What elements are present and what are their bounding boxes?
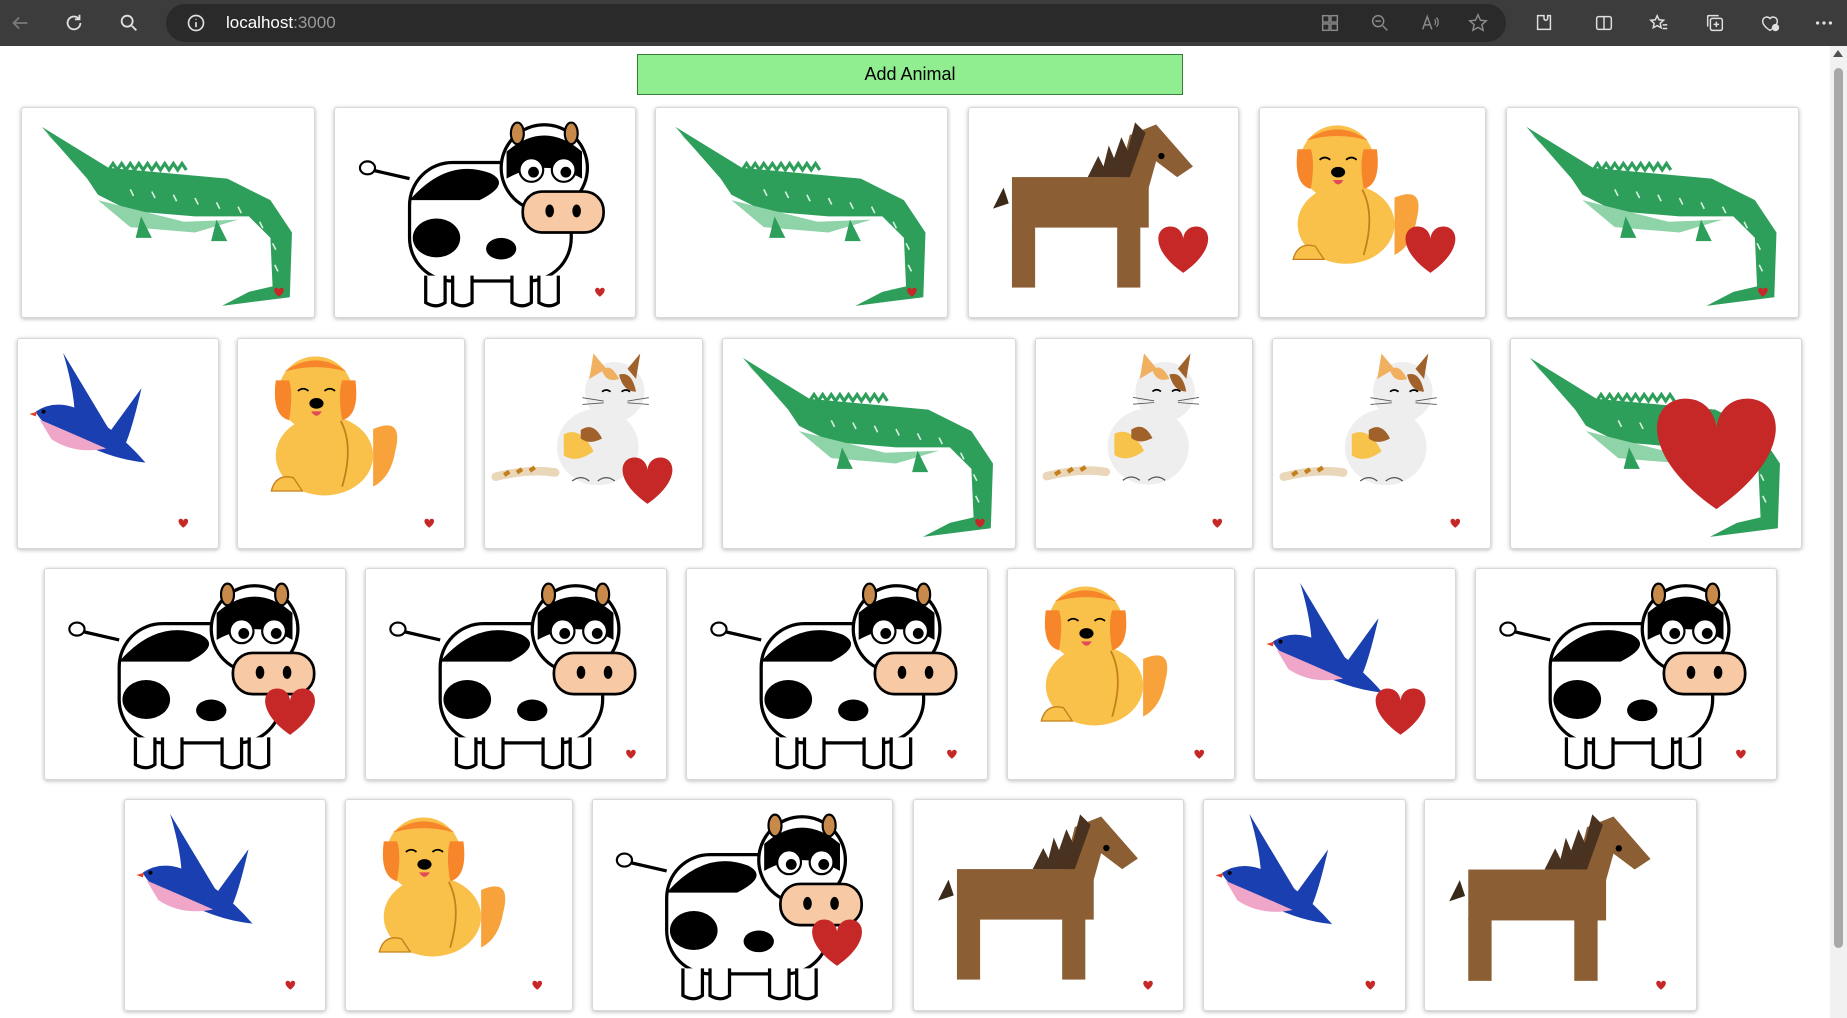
heart-icon[interactable] [532, 980, 543, 990]
cow-illustration [710, 582, 958, 770]
cow-illustration [68, 582, 316, 770]
scrollbar-thumb[interactable] [1834, 68, 1843, 948]
animal-card-crocodile[interactable] [1510, 338, 1802, 549]
heart-icon[interactable] [622, 457, 673, 504]
heart-icon[interactable] [424, 518, 435, 528]
animal-card-crocodile[interactable] [21, 107, 315, 318]
animal-card-dog[interactable] [237, 338, 465, 549]
more-menu-icon[interactable] [1810, 9, 1838, 37]
app-grid-icon[interactable] [1316, 9, 1344, 37]
heart-icon[interactable] [285, 980, 296, 990]
animal-card-cow[interactable] [686, 568, 988, 780]
animal-card-cow[interactable] [592, 799, 893, 1011]
heart-icon[interactable] [1450, 518, 1461, 528]
dog-illustration [1292, 125, 1456, 273]
heart-icon[interactable] [1212, 518, 1223, 528]
animal-card-crocodile[interactable] [655, 107, 948, 318]
animal-card-dog[interactable] [1259, 107, 1486, 318]
heart-icon[interactable] [1375, 688, 1426, 735]
extensions-icon[interactable] [1530, 9, 1558, 37]
favorites-icon[interactable] [1645, 9, 1673, 37]
dog-illustration [378, 817, 543, 990]
browser-toolbar: localhost:3000 [0, 0, 1847, 46]
animal-card-dog[interactable] [345, 799, 573, 1011]
read-aloud-icon[interactable] [1416, 9, 1444, 37]
cow-illustration [1499, 582, 1747, 770]
cow-illustration [358, 121, 605, 308]
heart-icon[interactable] [626, 749, 636, 759]
favorite-star-icon[interactable] [1464, 9, 1492, 37]
url-text: localhost:3000 [226, 13, 336, 33]
cow-illustration [615, 813, 864, 1001]
crocodile-illustration [41, 126, 292, 306]
bird-illustration [1266, 582, 1426, 735]
crocodile-illustration [1526, 126, 1777, 306]
heart-icon[interactable] [947, 749, 957, 759]
animal-card-cow[interactable] [1475, 568, 1777, 780]
heart-icon[interactable] [1143, 980, 1153, 990]
heart-icon[interactable] [1736, 749, 1746, 759]
animal-card-bird[interactable] [1203, 799, 1406, 1011]
horse-illustration [938, 814, 1153, 990]
heart-icon[interactable] [178, 518, 189, 528]
crocodile-illustration [742, 357, 993, 537]
animal-card-crocodile[interactable] [722, 338, 1016, 549]
search-icon[interactable] [115, 9, 143, 37]
heart-icon[interactable] [1365, 980, 1376, 990]
animal-card-crocodile[interactable] [1506, 107, 1799, 318]
animal-card-dog[interactable] [1007, 568, 1235, 780]
animal-card-cat[interactable] [484, 338, 703, 549]
crocodile-illustration [675, 126, 926, 306]
add-animal-button[interactable]: Add Animal [637, 54, 1183, 95]
dog-illustration [1040, 586, 1205, 759]
split-screen-icon[interactable] [1590, 9, 1618, 37]
animal-card-cow[interactable] [365, 568, 667, 780]
scroll-up-arrow-icon[interactable] [1833, 50, 1843, 57]
animal-card-bird[interactable] [124, 799, 326, 1011]
cat-illustration [491, 353, 673, 504]
page-scrollbar[interactable] [1830, 46, 1847, 1018]
address-bar[interactable]: localhost:3000 [166, 4, 1506, 42]
animal-card-bird[interactable] [17, 338, 219, 549]
heart-icon[interactable] [1656, 980, 1666, 990]
animal-card-bird[interactable] [1254, 568, 1456, 780]
bird-illustration [29, 352, 189, 528]
heart-icon[interactable] [595, 287, 605, 297]
cat-illustration [1042, 353, 1223, 528]
bird-illustration [1215, 813, 1376, 990]
zoom-out-icon[interactable] [1366, 9, 1394, 37]
heart-icon[interactable] [1405, 226, 1456, 273]
cow-illustration [389, 582, 637, 770]
cat-illustration [1279, 353, 1461, 528]
bird-illustration [136, 813, 296, 990]
heart-icon[interactable] [1158, 226, 1209, 273]
url-port: :3000 [293, 13, 336, 32]
back-icon[interactable] [6, 9, 34, 37]
heart-icon[interactable] [1194, 749, 1205, 759]
browser-essentials-icon[interactable] [1756, 9, 1784, 37]
animal-card-cat[interactable] [1035, 338, 1253, 549]
refresh-icon[interactable] [60, 9, 88, 37]
animal-card-horse[interactable] [968, 107, 1239, 318]
dog-illustration [270, 356, 435, 528]
site-info-icon[interactable] [186, 13, 206, 33]
animal-card-cow[interactable] [44, 568, 346, 780]
horse-illustration [1449, 814, 1666, 990]
animal-card-horse[interactable] [1424, 799, 1697, 1011]
animal-card-cow[interactable] [334, 107, 636, 318]
crocodile-illustration [1529, 357, 1780, 537]
animal-card-cat[interactable] [1272, 338, 1491, 549]
collections-icon[interactable] [1701, 9, 1729, 37]
horse-illustration [993, 122, 1209, 288]
url-host: localhost [226, 13, 294, 32]
animal-card-horse[interactable] [913, 799, 1184, 1011]
